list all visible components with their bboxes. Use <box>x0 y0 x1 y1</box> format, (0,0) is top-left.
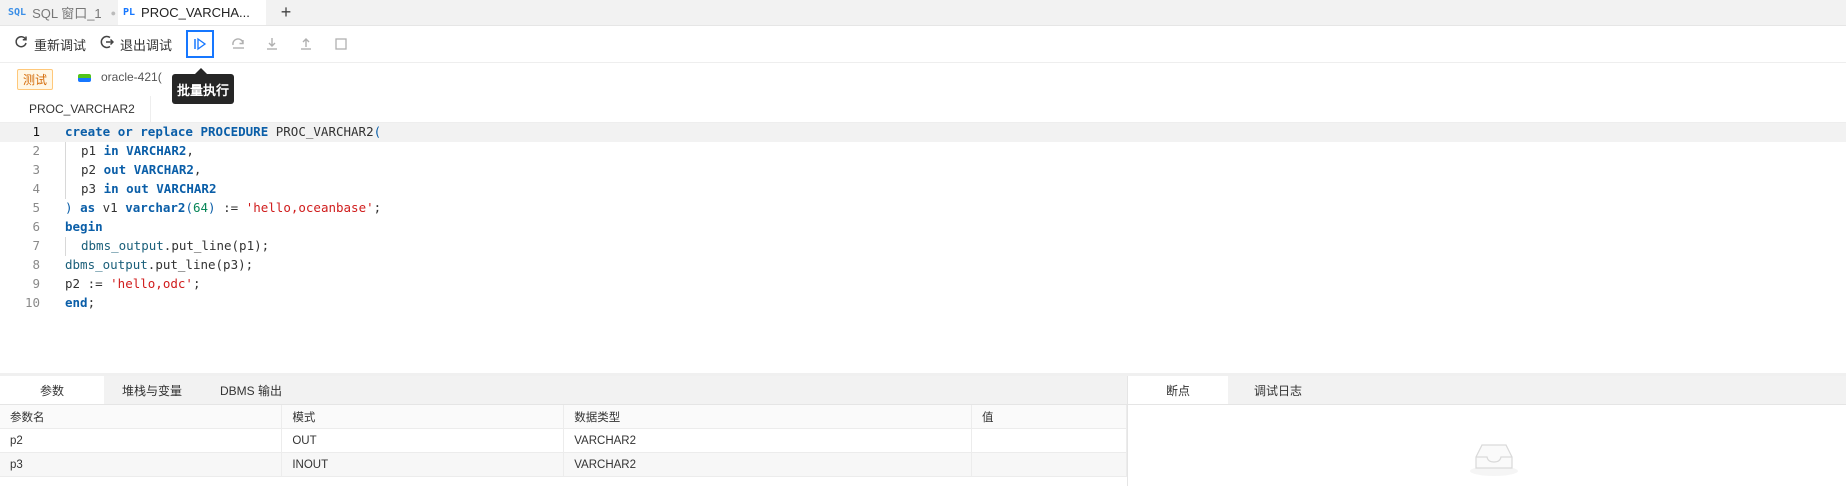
params-table: 参数名 模式 数据类型 值 p2 OUT VARCHAR2 p3 INOUT V… <box>0 405 1127 477</box>
column-header: 模式 <box>281 405 565 429</box>
datasource-name[interactable]: oracle-421( <box>101 70 162 84</box>
code-text: dbms_output.put_line(p3); <box>65 257 254 272</box>
tab-params[interactable]: 参数 <box>0 376 104 404</box>
environment-tag: 测试 <box>17 69 54 90</box>
code-line: 4 p3 in out VARCHAR2 <box>0 180 1846 199</box>
column-header: 参数名 <box>0 405 283 429</box>
param-value[interactable] <box>971 452 1127 477</box>
code-text: p1 in VARCHAR2, <box>81 143 194 158</box>
editor-tab-bar: SQL SQL 窗口_1 ● PL PROC_VARCHA... + <box>0 0 1846 26</box>
restart-debug-label: 重新调试 <box>34 37 87 53</box>
unsaved-dot-icon: ● <box>110 7 117 18</box>
pl-icon: PL <box>123 7 136 18</box>
code-line: 3 p2 out VARCHAR2, <box>0 161 1846 180</box>
step-over-icon <box>231 38 244 49</box>
batch-execute-icon <box>194 37 207 51</box>
connection-info-bar: 测试 oracle-421( <box>0 64 1846 94</box>
stop-button[interactable] <box>330 33 352 55</box>
tab-debug-log[interactable]: 调试日志 <box>1228 376 1328 404</box>
param-name: p3 <box>0 452 283 477</box>
code-text: create or replace PROCEDURE PROC_VARCHAR… <box>65 124 382 139</box>
line-number: 8 <box>32 257 40 272</box>
tab-label: SQL 窗口_1 <box>32 6 102 21</box>
line-number: 2 <box>32 143 40 158</box>
object-tab-label: PROC_VARCHAR2 <box>29 102 135 116</box>
step-out-button[interactable] <box>295 33 317 55</box>
code-line: 5 ) as v1 varchar2(64) := 'hello,oceanba… <box>0 199 1846 218</box>
step-out-icon <box>301 38 311 50</box>
vertical-divider <box>1127 376 1128 486</box>
restart-icon <box>14 35 28 53</box>
exit-icon <box>100 35 115 53</box>
add-tab-button[interactable]: + <box>278 0 294 25</box>
step-in-button[interactable] <box>261 33 283 55</box>
line-number: 7 <box>32 238 40 253</box>
tab-dbms-output[interactable]: DBMS 输出 <box>202 376 300 404</box>
tab-label: PROC_VARCHA... <box>141 5 250 20</box>
code-text: p3 in out VARCHAR2 <box>81 181 217 196</box>
line-number: 5 <box>32 200 40 215</box>
code-text: end; <box>65 295 96 310</box>
code-line: 10 end; <box>0 294 1846 313</box>
batch-execute-button[interactable] <box>186 30 214 58</box>
debug-panel-tabs: 参数 堆栈与变量 DBMS 输出 <box>0 376 1127 405</box>
param-name: p2 <box>0 428 283 453</box>
debug-toolbar: 重新调试 退出调试 <box>0 26 1846 63</box>
code-line: 9 p2 := 'hello,odc'; <box>0 275 1846 294</box>
code-line: 8 dbms_output.put_line(p3); <box>0 256 1846 275</box>
exit-debug-button[interactable]: 退出调试 <box>100 34 172 54</box>
code-editor[interactable]: 1 create or replace PROCEDURE PROC_VARCH… <box>0 123 1846 373</box>
line-number: 1 <box>32 124 40 139</box>
breakpoint-panel-tabs: 断点 调试日志 <box>1128 376 1846 405</box>
column-header: 数据类型 <box>563 405 973 429</box>
code-line: 7 dbms_output.put_line(p1); <box>0 237 1846 256</box>
code-text: dbms_output.put_line(p1); <box>81 238 270 253</box>
empty-inbox-icon <box>1468 437 1520 477</box>
stop-icon <box>335 38 347 50</box>
line-number: 9 <box>32 276 40 291</box>
param-mode: OUT <box>281 428 565 453</box>
tab-stack-variables[interactable]: 堆栈与变量 <box>104 376 200 404</box>
param-type: VARCHAR2 <box>563 428 973 453</box>
code-line: 1 create or replace PROCEDURE PROC_VARCH… <box>0 123 1846 142</box>
line-number: 6 <box>32 219 40 234</box>
code-text: begin <box>65 219 103 234</box>
code-text: ) as v1 varchar2(64) := 'hello,oceanbase… <box>65 200 382 215</box>
step-in-icon <box>267 38 277 50</box>
line-number: 10 <box>24 295 40 310</box>
step-over-button[interactable] <box>227 33 249 55</box>
restart-debug-button[interactable]: 重新调试 <box>14 34 86 54</box>
datasource-icon <box>78 74 91 82</box>
object-tab[interactable]: PROC_VARCHAR2 <box>0 96 151 122</box>
line-number: 3 <box>32 162 40 177</box>
sql-icon: SQL <box>8 7 27 18</box>
tab-breakpoints[interactable]: 断点 <box>1128 376 1228 404</box>
tab-sql-window[interactable]: SQL SQL 窗口_1 ● <box>8 0 118 25</box>
code-line: 2 p1 in VARCHAR2, <box>0 142 1846 161</box>
exit-debug-label: 退出调试 <box>120 37 173 53</box>
param-mode: INOUT <box>281 452 565 477</box>
param-value[interactable] <box>971 428 1127 453</box>
table-row: p2 OUT VARCHAR2 <box>0 428 1127 453</box>
tab-proc-varchar2[interactable]: PL PROC_VARCHA... <box>118 0 266 25</box>
param-type: VARCHAR2 <box>563 452 973 477</box>
code-text: p2 := 'hello,odc'; <box>65 276 201 291</box>
line-number: 4 <box>32 181 40 196</box>
column-header: 值 <box>971 405 1127 429</box>
code-text: p2 out VARCHAR2, <box>81 162 202 177</box>
code-line: 6 begin <box>0 218 1846 237</box>
table-header-row: 参数名 模式 数据类型 值 <box>0 405 1127 429</box>
batch-execute-tooltip: 批量执行 <box>172 68 234 104</box>
table-row: p3 INOUT VARCHAR2 <box>0 452 1127 477</box>
